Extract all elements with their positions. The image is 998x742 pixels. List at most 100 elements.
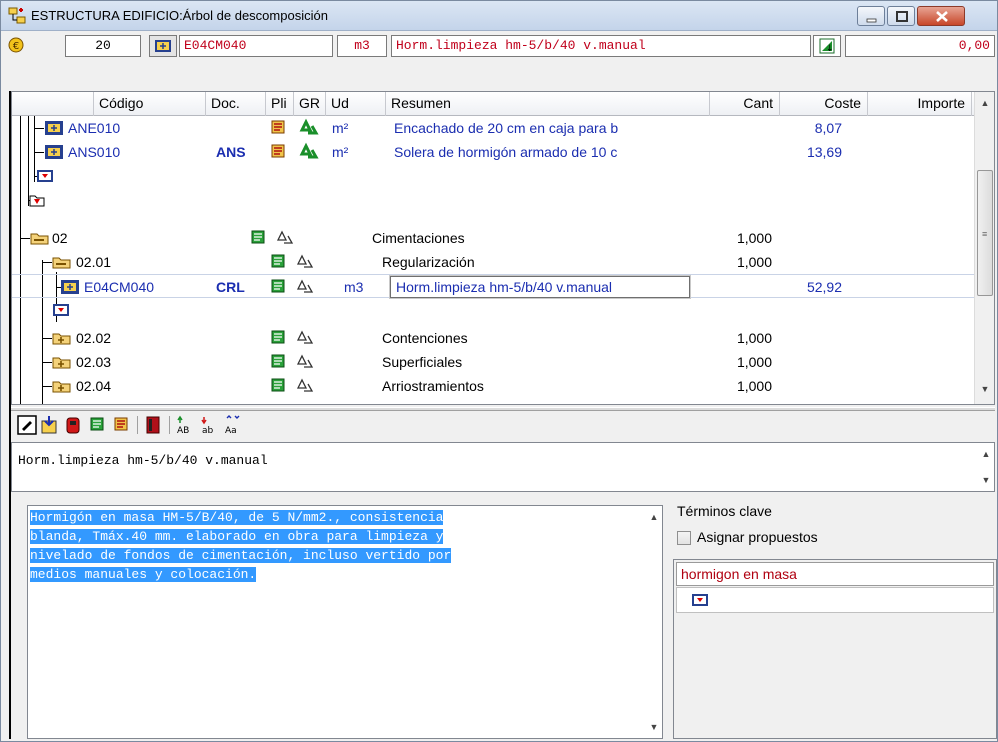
book-icon[interactable] (143, 415, 163, 435)
tree-structure-icon (8, 7, 26, 24)
import-text-icon[interactable] (39, 415, 59, 435)
list-item[interactable] (676, 587, 994, 613)
recycle-outline-icon (296, 254, 314, 268)
table-row[interactable] (12, 188, 974, 212)
tree-line (42, 338, 52, 339)
code-field[interactable]: E04CM040 (179, 35, 333, 57)
short-text-scrollbar[interactable]: ▲ ▼ (976, 443, 994, 491)
svg-text:Aa: Aa (225, 426, 237, 435)
quantity-field[interactable]: 20 (65, 35, 141, 57)
row-summary: Cimentaciones (372, 230, 465, 246)
long-description-field[interactable]: Hormigón en masa HM-5/B/40, de 5 N/mm2.,… (27, 505, 663, 739)
capitalize-icon[interactable]: Aa (223, 415, 243, 435)
scroll-doc-icon[interactable] (111, 415, 131, 435)
description-line: Hormigón en masa HM-5/B/40, de 5 N/mm2.,… (30, 510, 444, 525)
price-icon[interactable]: € (7, 36, 25, 54)
scroll-down-icon[interactable]: ▼ (975, 380, 994, 398)
col-header-amount[interactable]: Importe (868, 92, 972, 116)
folder-closed-icon (52, 381, 71, 393)
list-item[interactable]: hormigon en masa (676, 562, 994, 586)
lowercase-icon[interactable]: ab (199, 415, 219, 435)
assign-proposed-label[interactable]: Asignar propuestos (697, 529, 818, 545)
table-row[interactable]: 02 Cimentaciones 1,000 (12, 226, 974, 250)
row-qty: 1,000 (736, 254, 772, 270)
scroll-green-icon (271, 254, 285, 268)
close-button[interactable] (917, 6, 965, 26)
maximize-button[interactable] (887, 6, 915, 26)
uppercase-icon[interactable]: AB (175, 415, 195, 435)
scroll-up-icon[interactable]: ▲ (976, 445, 996, 463)
grid-scrollbar[interactable]: ▲ ≡ ▼ (974, 92, 994, 404)
keywords-list[interactable]: hormigon en masa (673, 559, 997, 739)
svg-text:ab: ab (202, 426, 214, 435)
sum-icon[interactable]: ↓ (813, 35, 841, 57)
row-summary: Encachado de 20 cm en caja para b (394, 120, 619, 136)
row-doc: ANS (216, 144, 246, 160)
scroll-down-icon[interactable]: ▼ (976, 471, 996, 489)
scroll-green-icon (271, 330, 285, 344)
item-icon (45, 145, 63, 159)
col-header-doc[interactable]: Doc. (206, 92, 266, 116)
recycle-outline-icon (296, 279, 314, 293)
minimize-button[interactable] (857, 6, 885, 26)
col-header-cost[interactable]: Coste (780, 92, 868, 116)
col-header-code[interactable]: Código (94, 92, 206, 116)
pane-splitter[interactable] (11, 407, 995, 411)
edit-text-icon[interactable] (17, 415, 37, 435)
maximize-icon (896, 11, 908, 22)
table-row[interactable] (12, 164, 974, 188)
row-code: 02.04 (76, 378, 112, 394)
summary-field[interactable]: Horm.limpieza hm-5/b/40 v.manual (391, 35, 811, 57)
tree-line (42, 362, 52, 363)
scroll-green-icon[interactable] (87, 415, 107, 435)
scroll-up-icon[interactable]: ▲ (644, 508, 664, 526)
table-row-selected[interactable]: E04CM040 CRL m3 Horm.limpieza hm-5/b/40 … (12, 274, 974, 299)
tree-line (20, 238, 30, 239)
scroll-green-icon (271, 378, 285, 392)
table-row[interactable]: ANE010 m² Encachado de 20 cm en caja par… (12, 116, 974, 140)
scroll-thumb[interactable]: ≡ (977, 170, 993, 296)
unit-field[interactable]: m3 (337, 35, 387, 57)
tree-line (34, 152, 44, 153)
short-text-field[interactable]: Horm.limpieza hm-5/b/40 v.manual ▲ ▼ (11, 442, 995, 492)
scroll-up-icon[interactable]: ▲ (975, 94, 994, 112)
row-code: ANE010 (68, 120, 121, 136)
row-qty: 1,000 (736, 354, 772, 370)
col-header-summary[interactable]: Resumen (386, 92, 710, 116)
decomposition-tree-grid[interactable]: Código Doc. Pli GR Ud Resumen Cant Coste… (11, 91, 995, 405)
row-unit: m² (332, 144, 349, 160)
col-header-gr[interactable]: GR (294, 92, 326, 116)
toolbar-separator (137, 416, 138, 434)
concept-type-icon[interactable] (149, 35, 177, 57)
table-row[interactable]: 02.02 Contenciones 1,000 (12, 326, 974, 350)
col-header-qty[interactable]: Cant (710, 92, 780, 116)
scroll-doc-icon (271, 120, 285, 134)
scroll-doc-icon (271, 144, 285, 158)
tree-line (34, 128, 44, 129)
minimize-icon (866, 18, 877, 23)
item-icon (45, 121, 63, 135)
recycle-outline-icon (296, 330, 314, 344)
item-icon (61, 280, 79, 294)
long-text-scrollbar[interactable]: ▲ ▼ (644, 506, 662, 738)
table-row[interactable]: 02.04 Arriostramientos 1,000 (12, 374, 974, 398)
row-cost: 13,69 (806, 144, 842, 160)
delete-text-icon[interactable] (63, 415, 83, 435)
col-header-pli[interactable]: Pli (266, 92, 294, 116)
concept-header: € 20 E04CM040 m3 Horm.limpieza hm-5/b/40… (1, 32, 997, 60)
row-code: E04CM040 (84, 279, 155, 295)
table-row[interactable]: 02.01 Regularización 1,000 (12, 250, 974, 274)
title-bar[interactable]: ESTRUCTURA EDIFICIO:Árbol de descomposic… (1, 1, 997, 31)
scroll-down-icon[interactable]: ▼ (644, 718, 664, 736)
table-row[interactable] (12, 298, 974, 322)
row-summary: Horm.limpieza hm-5/b/40 v.manual (396, 279, 613, 295)
table-row[interactable]: 02.03 Superficiales 1,000 (12, 350, 974, 374)
toolbar-separator (169, 416, 170, 434)
assign-proposed-checkbox[interactable] (677, 531, 691, 545)
total-field[interactable]: 0,00 (845, 35, 995, 57)
folder-closed-icon (52, 357, 71, 369)
col-header-unit[interactable]: Ud (326, 92, 386, 116)
tree-line (42, 386, 52, 387)
row-summary: Regularización (382, 254, 475, 270)
table-row[interactable]: ANS010 ANS m² Solera de hormigón armado … (12, 140, 974, 164)
